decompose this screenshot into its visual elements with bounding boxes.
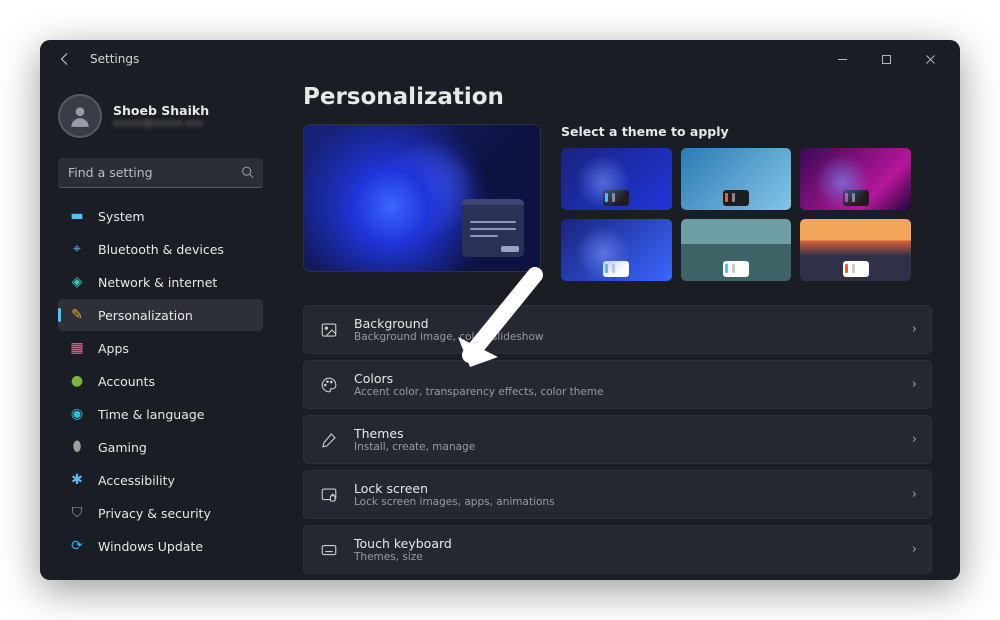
palette-icon	[318, 374, 340, 396]
apps-icon: ▦	[68, 339, 86, 357]
person-icon: ●	[68, 372, 86, 390]
sidebar-item-apps[interactable]: ▦ Apps	[58, 332, 263, 364]
app-title: Settings	[90, 52, 139, 66]
avatar	[58, 94, 102, 138]
search-input[interactable]	[58, 158, 263, 188]
sidebar-item-label: Time & language	[98, 407, 204, 422]
wifi-icon: ◈	[68, 273, 86, 291]
row-subtitle: Background image, color, slideshow	[354, 331, 898, 343]
shield-icon: ⛉	[68, 504, 86, 522]
sidebar-item-system[interactable]: ▬ System	[58, 200, 263, 232]
sidebar-item-update[interactable]: ⟳ Windows Update	[58, 530, 263, 562]
theme-thumb-1[interactable]	[561, 148, 672, 210]
window-controls	[820, 44, 952, 74]
themes-header: Select a theme to apply	[561, 124, 932, 139]
chevron-right-icon: ›	[912, 542, 917, 557]
row-title: Lock screen	[354, 481, 898, 496]
preview-window-icon	[462, 199, 524, 257]
close-button[interactable]	[908, 44, 952, 74]
sidebar-item-privacy[interactable]: ⛉ Privacy & security	[58, 497, 263, 529]
chevron-right-icon: ›	[912, 322, 917, 337]
titlebar: Settings	[40, 40, 960, 78]
back-button[interactable]	[54, 48, 76, 70]
chevron-right-icon: ›	[912, 377, 917, 392]
row-colors[interactable]: ColorsAccent color, transparency effects…	[303, 360, 932, 409]
preview-row: Select a theme to apply	[303, 124, 932, 281]
image-icon	[318, 319, 340, 341]
sidebar-item-label: Apps	[98, 341, 129, 356]
sidebar-item-label: Windows Update	[98, 539, 203, 554]
maximize-button[interactable]	[864, 44, 908, 74]
row-subtitle: Install, create, manage	[354, 441, 898, 453]
nav-list: ▬ System ⌖ Bluetooth & devices ◈ Network & …	[58, 200, 263, 562]
row-title: Background	[354, 316, 898, 331]
row-touch-keyboard[interactable]: Touch keyboardThemes, size ›	[303, 525, 932, 574]
search-field[interactable]	[58, 158, 263, 188]
display-icon: ▬	[68, 207, 86, 225]
update-icon: ⟳	[68, 537, 86, 555]
page-title: Personalization	[303, 84, 932, 110]
minimize-button[interactable]	[820, 44, 864, 74]
globe-icon: ◉	[68, 405, 86, 423]
sidebar-item-label: Bluetooth & devices	[98, 242, 224, 257]
row-title: Touch keyboard	[354, 536, 898, 551]
settings-list: BackgroundBackground image, color, slide…	[303, 305, 932, 574]
sidebar-item-accessibility[interactable]: ✱ Accessibility	[58, 464, 263, 496]
user-email: xxxxx@xxxxx.xxx	[113, 118, 209, 129]
theme-thumb-5[interactable]	[681, 219, 792, 281]
paintbrush-icon: ✎	[68, 306, 86, 324]
gaming-icon: ⬮	[68, 438, 86, 456]
sidebar-item-label: Privacy & security	[98, 506, 211, 521]
keyboard-icon	[318, 539, 340, 561]
search-icon	[241, 164, 254, 183]
theme-thumb-3[interactable]	[800, 148, 911, 210]
user-name: Shoeb Shaikh	[113, 103, 209, 118]
row-subtitle: Lock screen images, apps, animations	[354, 496, 898, 508]
sidebar-item-label: System	[98, 209, 145, 224]
themes-grid	[561, 148, 911, 281]
sidebar: Shoeb Shaikh xxxxx@xxxxx.xxx ▬ System ⌖ Bl…	[40, 78, 275, 580]
row-lock-screen[interactable]: Lock screenLock screen images, apps, ani…	[303, 470, 932, 519]
accessibility-icon: ✱	[68, 471, 86, 489]
row-themes[interactable]: ThemesInstall, create, manage ›	[303, 415, 932, 464]
theme-thumb-6[interactable]	[800, 219, 911, 281]
lock-screen-icon	[318, 484, 340, 506]
sidebar-item-accounts[interactable]: ● Accounts	[58, 365, 263, 397]
row-title: Colors	[354, 371, 898, 386]
row-subtitle: Accent color, transparency effects, colo…	[354, 386, 898, 398]
brush-icon	[318, 429, 340, 451]
row-background[interactable]: BackgroundBackground image, color, slide…	[303, 305, 932, 354]
sidebar-item-label: Gaming	[98, 440, 147, 455]
theme-thumb-2[interactable]	[681, 148, 792, 210]
chevron-right-icon: ›	[912, 432, 917, 447]
sidebar-item-network[interactable]: ◈ Network & internet	[58, 266, 263, 298]
theme-thumb-4[interactable]	[561, 219, 672, 281]
row-title: Themes	[354, 426, 898, 441]
sidebar-item-label: Personalization	[98, 308, 193, 323]
main-panel: Personalization Select a theme to apply	[275, 78, 960, 580]
user-profile[interactable]: Shoeb Shaikh xxxxx@xxxxx.xxx	[58, 88, 263, 152]
sidebar-item-bluetooth[interactable]: ⌖ Bluetooth & devices	[58, 233, 263, 265]
sidebar-item-gaming[interactable]: ⬮ Gaming	[58, 431, 263, 463]
desktop-preview	[303, 124, 541, 272]
bluetooth-icon: ⌖	[68, 240, 86, 258]
sidebar-item-label: Network & internet	[98, 275, 217, 290]
sidebar-item-label: Accounts	[98, 374, 155, 389]
settings-window: Settings Shoeb Shaikh xxxxx@xxxxx.xxx	[40, 40, 960, 580]
sidebar-item-label: Accessibility	[98, 473, 175, 488]
sidebar-item-time[interactable]: ◉ Time & language	[58, 398, 263, 430]
sidebar-item-personalization[interactable]: ✎ Personalization	[58, 299, 263, 331]
chevron-right-icon: ›	[912, 487, 917, 502]
row-subtitle: Themes, size	[354, 551, 898, 563]
